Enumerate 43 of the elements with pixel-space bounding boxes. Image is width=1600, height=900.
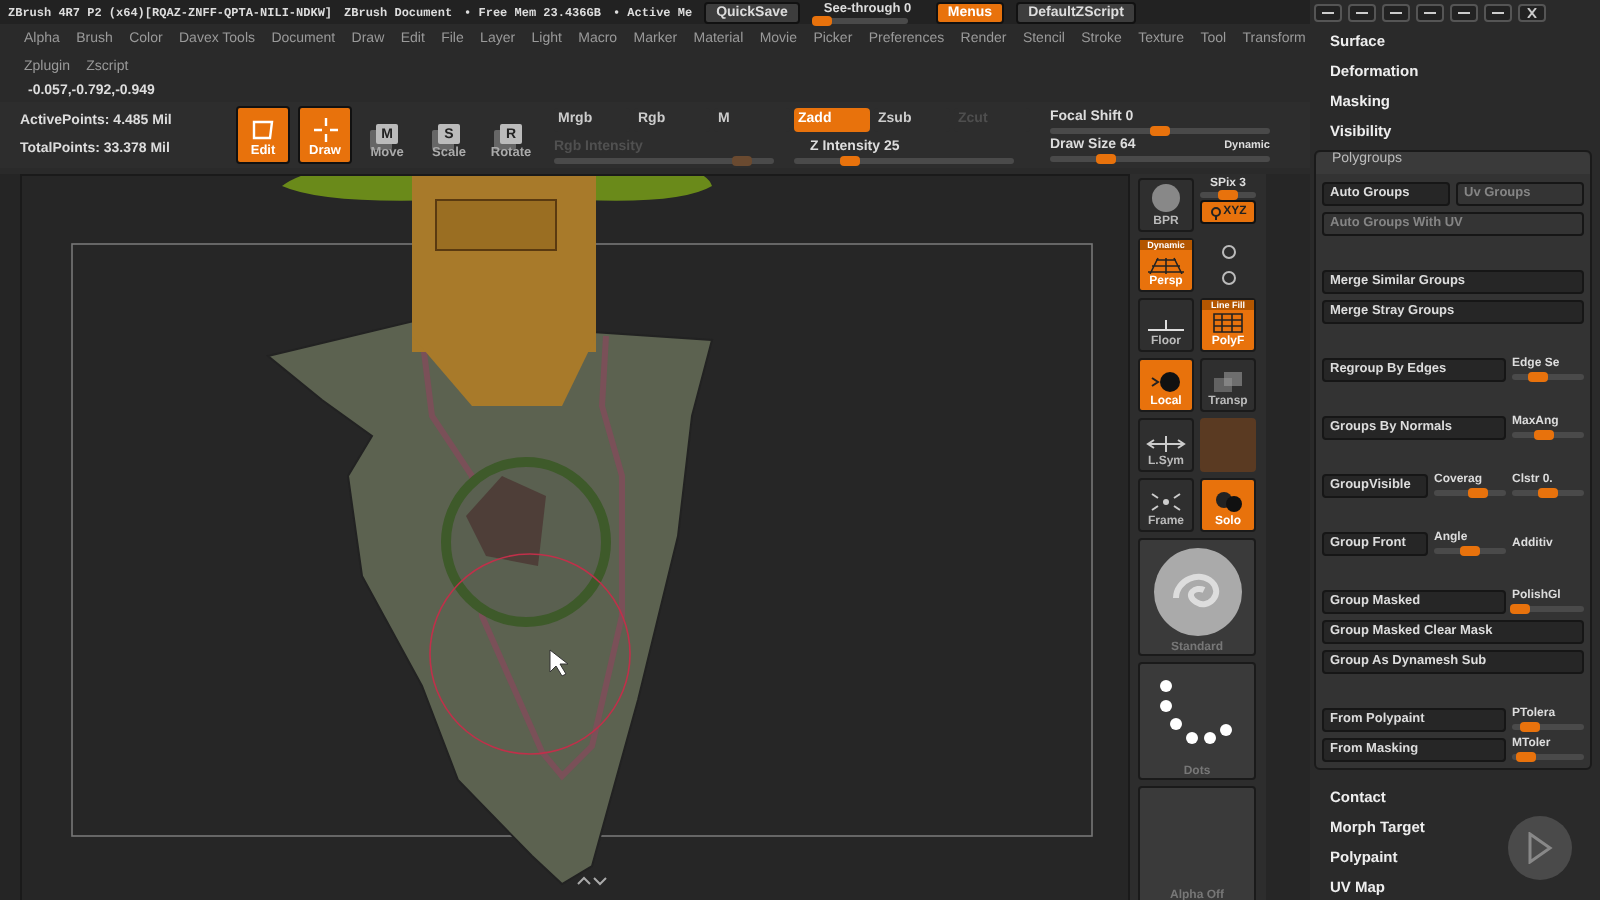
grid-perspective-icon — [1146, 256, 1186, 274]
slider-track[interactable] — [1512, 432, 1584, 438]
slider-thumb[interactable] — [1527, 372, 1548, 382]
slider-track[interactable] — [1200, 192, 1256, 198]
slider-thumb[interactable] — [1150, 125, 1170, 135]
slider-track[interactable] — [1512, 724, 1584, 730]
rotate-y-icon — [1219, 243, 1237, 261]
local-sphere-icon — [1148, 370, 1184, 394]
slider-thumb[interactable] — [811, 15, 832, 25]
slider-thumb[interactable] — [1516, 752, 1537, 762]
frame-dots-icon — [1148, 490, 1184, 514]
slider-thumb[interactable] — [1095, 153, 1115, 163]
slider-track[interactable] — [1434, 490, 1506, 496]
arrows-icon — [577, 876, 607, 886]
slider-thumb[interactable] — [1460, 546, 1480, 556]
slider-track[interactable] — [1512, 374, 1584, 380]
slider-track[interactable] — [1512, 754, 1584, 760]
disabled-tile — [1200, 418, 1256, 472]
solo-spheres-icon — [1210, 490, 1246, 514]
rotate-z-icon — [1219, 269, 1237, 287]
play-icon — [1526, 832, 1554, 864]
slider-thumb[interactable] — [1534, 430, 1555, 440]
close-icon[interactable] — [1518, 4, 1546, 22]
slider-track[interactable] — [1434, 548, 1506, 554]
slider-thumb[interactable] — [1520, 722, 1540, 732]
slider-track[interactable] — [1512, 490, 1584, 496]
symmetry-arrows-icon — [1146, 434, 1186, 454]
slider-thumb[interactable] — [1218, 190, 1238, 200]
slider-track[interactable] — [1512, 606, 1584, 612]
transparent-cubes-icon — [1212, 370, 1244, 394]
polygon-grid-icon — [1212, 312, 1244, 334]
slider-thumb[interactable] — [1509, 604, 1530, 614]
rotate-axis-icon — [1209, 205, 1222, 219]
play-button[interactable] — [1508, 816, 1572, 880]
slider-thumb[interactable] — [839, 155, 859, 165]
crosshair-icon — [313, 118, 337, 142]
minimize-icon[interactable] — [1450, 4, 1478, 22]
slider-track[interactable] — [811, 17, 908, 23]
slider-thumb[interactable] — [1538, 488, 1558, 498]
pointer-icon — [549, 649, 569, 677]
slider-thumb[interactable] — [1467, 488, 1488, 498]
frame-tool-icon — [250, 118, 276, 142]
floor-icon — [1146, 318, 1186, 334]
